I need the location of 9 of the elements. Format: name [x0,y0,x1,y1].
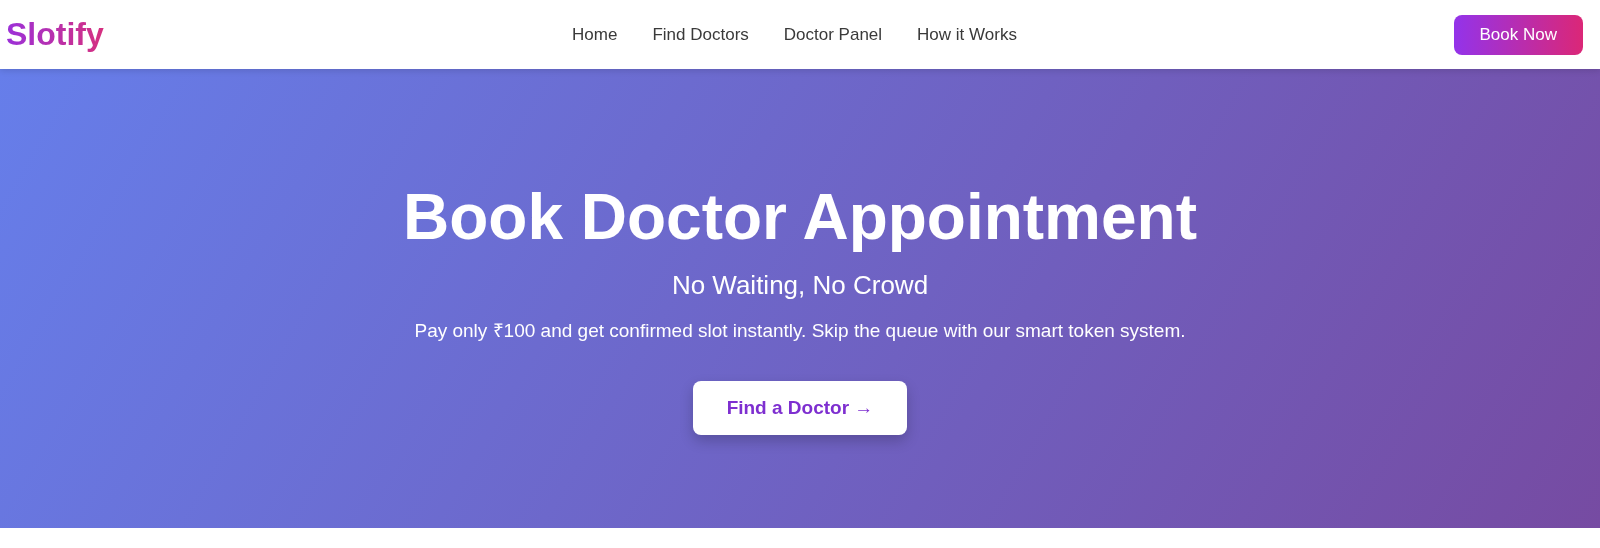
find-doctor-button[interactable]: Find a Doctor → [692,380,908,435]
nav-link[interactable]: Find Doctors [652,24,749,45]
hero-title: Book Doctor Appointment [402,180,1198,255]
nav-link[interactable]: Doctor Panel [783,24,883,45]
hero-description: Pay only ₹100 and get confirmed slot instantly. Skip the queue with our smart token system. [413,318,1187,343]
nav-link[interactable]: How it Works [917,24,1017,45]
nav-link[interactable]: Home [572,24,618,45]
book-now-button[interactable]: Book Now [1453,14,1583,55]
hero-subtitle: No Waiting, No Crowd [670,269,930,301]
